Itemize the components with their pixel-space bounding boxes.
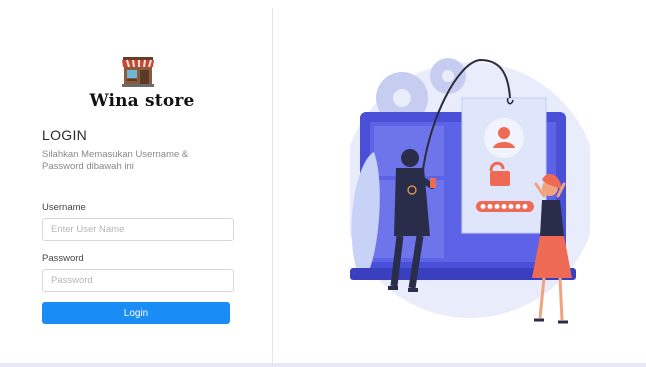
password-input[interactable] xyxy=(42,269,234,292)
login-button[interactable]: Login xyxy=(42,302,230,324)
bottom-border xyxy=(0,363,646,367)
login-instructions: Silahkan Memasukan Username & Password d… xyxy=(42,149,189,172)
brand-logo: Wina store xyxy=(42,54,234,111)
panel-divider xyxy=(272,8,273,364)
password-label: Password xyxy=(42,253,84,264)
storefront-icon xyxy=(122,57,154,87)
username-label: Username xyxy=(42,202,86,213)
brand-name: Wina store xyxy=(89,91,195,111)
page-title: LOGIN xyxy=(42,127,88,143)
username-input[interactable] xyxy=(42,218,234,241)
phishing-security-illustration xyxy=(350,58,590,324)
login-page: Wina store LOGIN Silahkan Memasukan User… xyxy=(0,0,646,367)
login-panel: Wina store LOGIN Silahkan Memasukan User… xyxy=(42,54,234,324)
